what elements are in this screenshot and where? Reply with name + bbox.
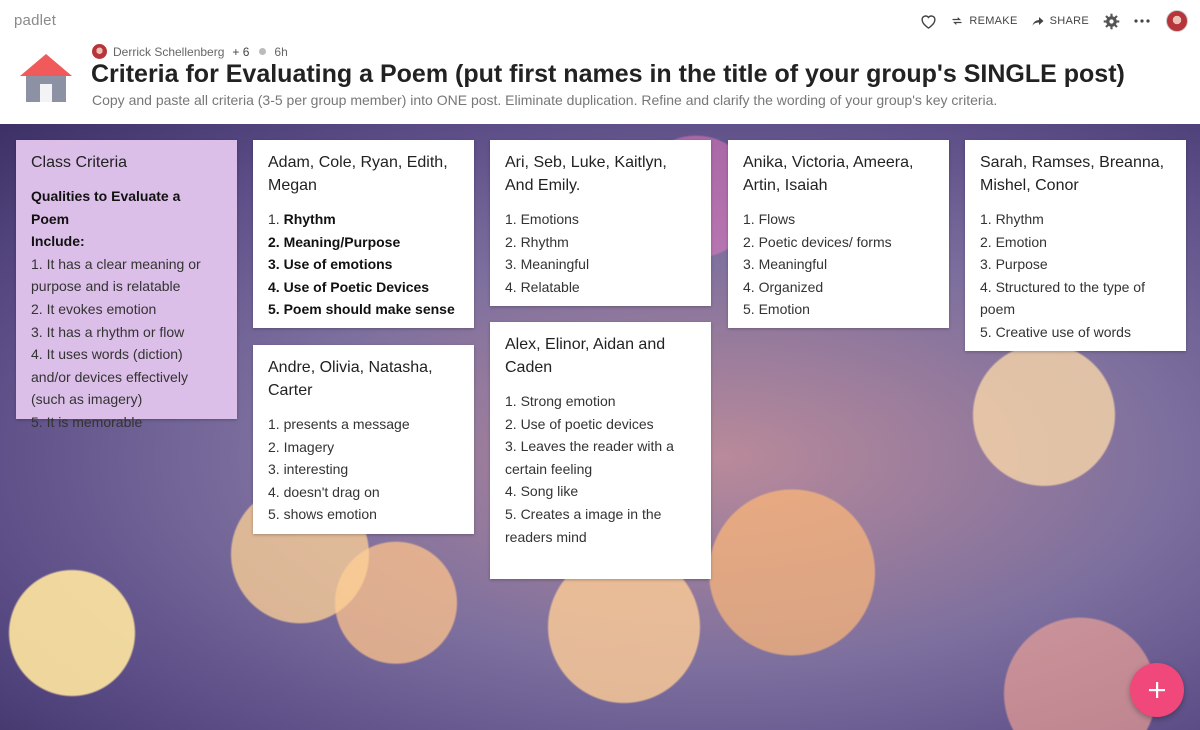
post-ari-group[interactable]: Ari, Seb, Luke, Kaitlyn, And Emily. 1. E… [490, 140, 711, 306]
post-body: Qualities to Evaluate a Poem Include: 1.… [31, 185, 222, 434]
remake-label: REMAKE [969, 15, 1018, 27]
post-line: 4. Song like [505, 483, 579, 500]
time-ago: 6h [274, 44, 288, 59]
post-line: 3. Meaningful [505, 256, 590, 273]
post-title: Anika, Victoria, Ameera, Artin, Isaiah [743, 154, 914, 194]
post-anika-group[interactable]: Anika, Victoria, Ameera, Artin, Isaiah 1… [728, 140, 949, 328]
post-line: 4. Organized [743, 278, 824, 295]
post-line: 4. Structured to the type of [980, 278, 1145, 295]
padlet-logo[interactable]: padlet [14, 12, 56, 29]
gear-icon [1103, 13, 1120, 29]
post-line: 2. Use of poetic devices [505, 415, 654, 432]
like-button[interactable] [920, 13, 937, 29]
post-andre-group[interactable]: Andre, Olivia, Natasha, Carter 1. presen… [253, 345, 474, 534]
post-body: 1. presents a message 2. Imagery 3. inte… [268, 413, 459, 526]
post-line: 3. interesting [268, 461, 349, 478]
header: padlet REMAKE SHARE Derrick Schellenberg… [0, 0, 1200, 124]
post-title: Alex, Elinor, Aidan and Caden [505, 336, 666, 376]
post-line: 3. Purpose [980, 256, 1048, 273]
post-body: 1. Rhythm 2. Emotion 3. Purpose 4. Struc… [980, 208, 1171, 344]
post-line: 1. Rhythm [980, 211, 1044, 227]
post-body: 1. Flows 2. Poetic devices/ forms 3. Mea… [743, 208, 934, 321]
post-line: readers mind [505, 528, 587, 545]
post-line: 5. Emotion [743, 301, 810, 318]
post-line: 2. Meaning/Purpose [268, 233, 401, 250]
post-title: Adam, Cole, Ryan, Edith, Megan [268, 154, 448, 194]
post-line: 1. It has a clear meaning or [31, 255, 201, 272]
post-line: 4. Relatable [505, 278, 580, 295]
post-line: 2. Imagery [268, 438, 335, 455]
post-class-criteria[interactable]: Class Criteria Qualities to Evaluate a P… [16, 140, 237, 430]
post-line-bold: Rhythm [283, 211, 336, 227]
plus-icon [1149, 682, 1165, 698]
post-title: Andre, Olivia, Natasha, Carter [268, 359, 433, 399]
post-line: 2. Emotion [980, 233, 1047, 250]
post-line: 2. Poetic devices/ forms [743, 233, 892, 250]
post-line-number: 1. [268, 211, 284, 227]
author-name[interactable]: Derrick Schellenberg [113, 45, 224, 59]
remake-button[interactable]: REMAKE [951, 15, 1017, 27]
post-line: 2. It evokes emotion [31, 300, 157, 317]
post-line: 4. Use of Poetic Devices [268, 278, 430, 295]
home-button[interactable] [18, 52, 74, 104]
post-line: 3. Use of emotions [268, 256, 393, 273]
post-line: 1. Flows [743, 211, 796, 227]
repeat-icon [952, 17, 962, 25]
post-title: Ari, Seb, Luke, Kaitlyn, And Emily. [505, 154, 667, 194]
add-post-button[interactable] [1130, 663, 1184, 717]
board-description: Copy and paste all criteria (3-5 per gro… [92, 92, 998, 108]
post-line: 2. Rhythm [505, 233, 569, 250]
post-line: poem [980, 301, 1016, 318]
post-line: 3. Leaves the reader with a [505, 438, 674, 455]
author-avatar [92, 44, 107, 59]
share-label: SHARE [1049, 15, 1089, 27]
ellipsis-icon [1134, 19, 1150, 23]
post-line: 3. It has a rhythm or flow [31, 323, 185, 340]
board-meta: Derrick Schellenberg + 6 6h [92, 44, 288, 59]
heart-icon [921, 15, 936, 29]
post-line: purpose and is relatable [31, 278, 181, 295]
collaborator-count[interactable]: + 6 [232, 45, 249, 59]
post-line: 3. Meaningful [743, 256, 828, 273]
post-line: certain feeling [505, 460, 593, 477]
more-button[interactable] [1134, 19, 1150, 23]
status-dot [259, 48, 267, 55]
post-line: and/or devices effectively [31, 368, 188, 385]
house-icon [20, 54, 72, 102]
post-title: Sarah, Ramses, Breanna, Mishel, Conor [980, 154, 1165, 194]
post-body: 1. Emotions 2. Rhythm 3. Meaningful 4. R… [505, 208, 696, 298]
share-arrow-icon [1032, 16, 1044, 26]
post-line: 4. doesn't drag on [268, 483, 380, 500]
post-line: 5. It is memorable [31, 413, 143, 430]
post-line: 4. It uses words (diction) [31, 346, 183, 363]
post-line: 1. Strong emotion [505, 393, 616, 409]
post-line: 5. Poem should make sense [268, 301, 455, 318]
settings-button[interactable] [1103, 13, 1120, 30]
post-line: Qualities to Evaluate a Poem [31, 188, 181, 227]
post-line: 5. shows emotion [268, 506, 377, 523]
post-line: Include: [31, 233, 85, 250]
post-alex-group[interactable]: Alex, Elinor, Aidan and Caden 1. Strong … [490, 322, 711, 579]
share-button[interactable]: SHARE [1032, 15, 1089, 27]
board-title: Criteria for Evaluating a Poem (put firs… [91, 60, 1125, 88]
post-adam-group[interactable]: Adam, Cole, Ryan, Edith, Megan 1. Rhythm… [253, 140, 474, 328]
header-actions: REMAKE SHARE [906, 9, 1188, 33]
post-body: 1. Strong emotion 2. Use of poetic devic… [505, 390, 696, 548]
post-line: 1. Rhythm [268, 208, 459, 231]
post-line: 1. Emotions [505, 211, 579, 227]
post-title: Class Criteria [31, 154, 128, 171]
post-sarah-group[interactable]: Sarah, Ramses, Breanna, Mishel, Conor 1.… [965, 140, 1186, 351]
user-avatar[interactable] [1166, 10, 1188, 32]
post-line: (such as imagery) [31, 391, 143, 408]
post-body: 1. Rhythm 2. Meaning/Purpose 3. Use of e… [268, 208, 459, 321]
post-line: 5. Creative use of words [980, 323, 1131, 340]
post-line: 5. Creates a image in the [505, 505, 662, 522]
post-line: 1. presents a message [268, 416, 410, 432]
